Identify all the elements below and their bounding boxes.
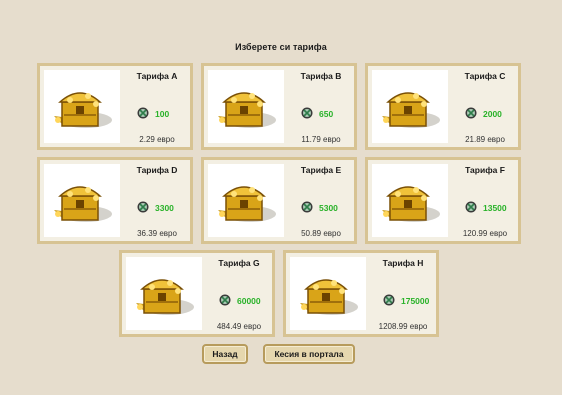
tariff-price: 484.49 евро [216, 322, 262, 331]
back-button[interactable]: Назад [202, 344, 248, 364]
page-title: Изберете си тарифа [235, 42, 327, 52]
tariff-price: 120.99 евро [462, 229, 508, 238]
tariff-price: 1208.99 евро [378, 322, 428, 331]
tariff-name: Тарифа D [136, 165, 178, 175]
tariff-image [372, 164, 448, 237]
gem-coin-icon [301, 107, 313, 119]
tariff-card-e[interactable]: Тарифа E 5300 50.89 евро [201, 157, 357, 244]
tariff-price: 11.79 евро [301, 135, 341, 144]
tariff-card-d[interactable]: Тарифа D 3300 36.39 евро [37, 157, 193, 244]
tariff-price: 21.89 евро [465, 135, 505, 144]
tariff-image [44, 70, 120, 143]
gem-coin-icon [137, 201, 149, 213]
treasure-chest-icon [300, 279, 358, 315]
treasure-chest-icon [218, 186, 276, 222]
tariff-name: Тарифа A [136, 71, 178, 81]
tariff-price: 50.89 евро [301, 229, 341, 238]
tariff-name: Тарифа G [218, 258, 260, 268]
tariff-image [290, 257, 366, 330]
treasure-chest-icon [54, 186, 112, 222]
tariff-amount-row: 175000 [370, 294, 440, 308]
tariff-amount-row: 13500 [452, 201, 522, 215]
tariff-card-c[interactable]: Тарифа C 2000 21.89 евро [365, 63, 521, 150]
tariff-name: Тарифа B [300, 71, 342, 81]
tariff-image [208, 164, 284, 237]
gem-coin-icon [219, 294, 231, 306]
tariff-amount-row: 2000 [452, 107, 522, 121]
tariff-amount-row: 3300 [124, 201, 194, 215]
tariff-amount-row: 60000 [206, 294, 276, 308]
gem-coin-icon [465, 107, 477, 119]
tariff-amount-row: 5300 [288, 201, 358, 215]
tariff-name: Тарифа F [465, 165, 505, 175]
wallet-button[interactable]: Кесия в портала [263, 344, 355, 364]
treasure-chest-icon [218, 92, 276, 128]
treasure-chest-icon [382, 92, 440, 128]
tariff-amount: 650 [319, 109, 334, 119]
tariff-image [126, 257, 202, 330]
tariff-image [44, 164, 120, 237]
tariff-image [208, 70, 284, 143]
tariff-name: Тарифа C [464, 71, 506, 81]
tariff-name: Тарифа E [300, 165, 342, 175]
treasure-chest-icon [54, 92, 112, 128]
gem-coin-icon [465, 201, 477, 213]
tariff-amount-row: 650 [288, 107, 358, 121]
tariff-card-a[interactable]: Тарифа A 100 2.29 евро [37, 63, 193, 150]
treasure-chest-icon [382, 186, 440, 222]
treasure-chest-icon [136, 279, 194, 315]
tariff-amount-row: 100 [124, 107, 194, 121]
tariff-amount: 100 [155, 109, 170, 119]
gem-coin-icon [301, 201, 313, 213]
tariff-amount: 3300 [155, 203, 174, 213]
tariff-card-b[interactable]: Тарифа B 650 11.79 евро [201, 63, 357, 150]
gem-coin-icon [383, 294, 395, 306]
tariff-card-f[interactable]: Тарифа F 13500 120.99 евро [365, 157, 521, 244]
tariff-card-h[interactable]: Тарифа H 175000 1208.99 евро [283, 250, 439, 337]
tariff-amount: 60000 [237, 296, 261, 306]
gem-coin-icon [137, 107, 149, 119]
tariff-card-g[interactable]: Тарифа G 60000 484.49 евро [119, 250, 275, 337]
tariff-amount: 175000 [401, 296, 430, 306]
tariff-amount: 2000 [483, 109, 502, 119]
tariff-image [372, 70, 448, 143]
tariff-amount: 13500 [483, 203, 507, 213]
tariff-amount: 5300 [319, 203, 338, 213]
tariff-name: Тарифа H [382, 258, 424, 268]
tariff-price: 2.29 евро [139, 135, 175, 144]
tariff-price: 36.39 евро [137, 229, 177, 238]
